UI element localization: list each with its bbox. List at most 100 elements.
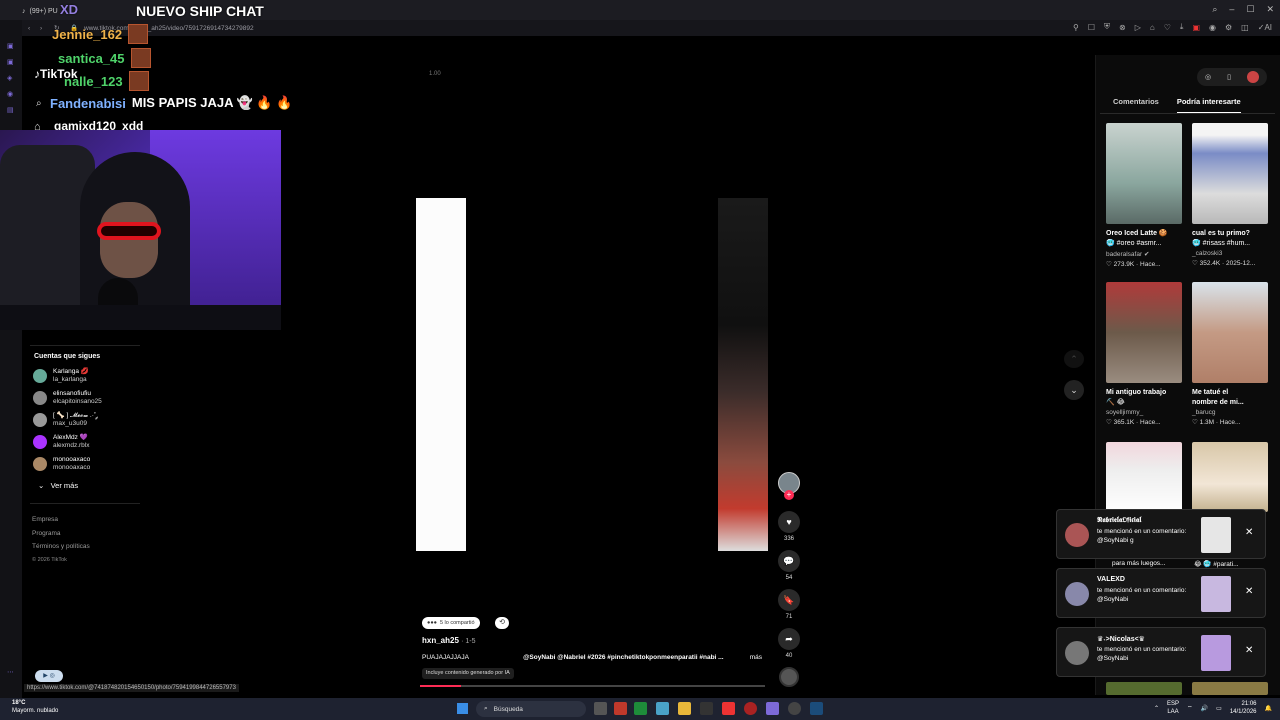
copyright: © 2026 TikTok bbox=[32, 556, 67, 563]
taskbar-search[interactable]: ⌕ Búsqueda bbox=[476, 701, 586, 717]
camera-icon[interactable]: ⌂ bbox=[1150, 23, 1155, 32]
search-icon[interactable]: ⌕ bbox=[36, 98, 42, 109]
video-card[interactable]: Oreo Iced Latte 🍪 🥶 #oreo #asmr... bader… bbox=[1106, 123, 1182, 268]
video-thumbnail bbox=[1106, 442, 1182, 512]
following-account[interactable]: monooaxaco monooaxaco bbox=[33, 456, 90, 472]
capcut-icon[interactable] bbox=[700, 702, 713, 715]
repost-icon[interactable]: ⟲ bbox=[495, 617, 509, 629]
sidebar-app-icon[interactable]: ▣ bbox=[7, 42, 14, 50]
ai-icon[interactable]: ✓AI bbox=[1258, 23, 1272, 32]
card-subtitle: 🥶 #risass #hum... bbox=[1192, 240, 1251, 247]
see-more-button[interactable]: ⌄ Ver más bbox=[38, 481, 78, 490]
play-icon[interactable]: ▷ bbox=[1135, 23, 1141, 32]
save-button[interactable]: 🔖 71 bbox=[777, 589, 801, 620]
tab-recommended[interactable]: Podría interesarte bbox=[1176, 97, 1241, 114]
sidebar-app-icon[interactable]: ◈ bbox=[7, 74, 12, 82]
tab-comments[interactable]: Comentarios bbox=[1113, 97, 1159, 114]
wallet-icon[interactable]: ◫ bbox=[1241, 23, 1249, 32]
bookmark-icon[interactable]: ☐ bbox=[1088, 23, 1095, 32]
sidebar-app-icon[interactable]: ▣ bbox=[7, 58, 14, 66]
steam-icon[interactable] bbox=[810, 702, 823, 715]
app-icon[interactable] bbox=[614, 702, 627, 715]
folder-icon[interactable] bbox=[678, 702, 691, 715]
footer-link-program[interactable]: Programa bbox=[32, 527, 90, 541]
video-thumbnail bbox=[1192, 442, 1268, 512]
notification-toast[interactable]: 𝕹𝖆𝖇𝖗𝖎𝖊𝖑𝖆𝕺𝖋𝖎𝖈𝖎𝖆𝖑 te mencionó en un coment… bbox=[1056, 509, 1266, 559]
next-video-button[interactable]: ⌄ bbox=[1064, 380, 1084, 400]
shield-icon[interactable]: ⛨ bbox=[1104, 22, 1110, 32]
live-toggle-icon[interactable]: ▶ ◎ bbox=[35, 670, 63, 682]
app-icon[interactable] bbox=[766, 702, 779, 715]
task-view-icon[interactable] bbox=[594, 702, 607, 715]
video-card[interactable] bbox=[1192, 442, 1268, 512]
close-icon[interactable]: ✕ bbox=[1245, 586, 1253, 597]
caption-hashtags[interactable]: @SoyNabi @Nabriel #2026 #pinchetiktokpon… bbox=[523, 654, 724, 661]
notification-toast[interactable]: VALEXD te mencionó en un comentario: @So… bbox=[1056, 568, 1266, 618]
clock[interactable]: 21:06 14/1/2026 bbox=[1230, 700, 1257, 716]
sidebar-more-icon[interactable]: ⋯ bbox=[7, 668, 14, 676]
opera-icon[interactable] bbox=[744, 702, 757, 715]
video-progress-bar[interactable] bbox=[420, 685, 765, 687]
sidebar-app-icon[interactable]: ▤ bbox=[7, 106, 14, 114]
close-icon[interactable]: ✕ bbox=[1245, 527, 1253, 538]
footer-link-company[interactable]: Empresa bbox=[32, 513, 90, 527]
messenger-icon[interactable]: ◉ bbox=[1209, 23, 1216, 32]
share-button[interactable]: ➦ 40 bbox=[777, 628, 801, 659]
heart-icon[interactable]: ♡ bbox=[1164, 23, 1171, 32]
following-account[interactable]: AlexMdz 💜 alexmdz.rblx bbox=[33, 434, 89, 450]
video-card[interactable]: cual es tu primo? 🥶 #risass #hum... _cal… bbox=[1192, 123, 1268, 267]
weather-desc: Mayorm. nublado bbox=[12, 708, 59, 714]
video-card[interactable] bbox=[1106, 442, 1182, 512]
wifi-icon[interactable]: ⌔ bbox=[1187, 704, 1193, 712]
block-icon[interactable]: ⊗ bbox=[1119, 23, 1126, 32]
close-icon[interactable]: ✕ bbox=[1245, 645, 1253, 656]
maximize-button[interactable]: ☐ bbox=[1246, 4, 1254, 15]
comment-button[interactable]: 💬 54 bbox=[777, 550, 801, 581]
like-button[interactable]: ♥ 336 bbox=[777, 511, 801, 542]
app-icon[interactable] bbox=[788, 702, 801, 715]
app-icon[interactable] bbox=[722, 702, 735, 715]
excel-icon[interactable] bbox=[634, 702, 647, 715]
video-card[interactable]: Mi antiguo trabajo ⛏️ 😂 soyelljimmy_ ♡ 3… bbox=[1106, 282, 1182, 426]
battery-icon[interactable]: ▭ bbox=[1216, 705, 1222, 712]
following-account[interactable]: elinsanofiufiu elcapitoinsano25 bbox=[33, 390, 102, 406]
browser-tab[interactable]: ♪ (99+) PU bbox=[22, 4, 58, 18]
footer-link-terms[interactable]: Términos y políticas bbox=[32, 540, 90, 554]
app-icon[interactable] bbox=[656, 702, 669, 715]
sidebar-app-icon[interactable]: ◉ bbox=[7, 90, 13, 98]
status-url: https://www.tiktok.com/@7418748201546501… bbox=[24, 684, 239, 692]
video-author[interactable]: hxn_ah25 · 1-5 bbox=[422, 636, 476, 645]
avatar bbox=[33, 435, 47, 449]
more-button[interactable]: más bbox=[750, 654, 762, 661]
forward-icon[interactable]: › bbox=[40, 25, 42, 32]
pin-icon[interactable]: ⚲ bbox=[1073, 23, 1079, 32]
chevron-up-icon[interactable]: ⌃ bbox=[1154, 705, 1159, 712]
webcam-desk bbox=[0, 305, 281, 330]
close-button[interactable]: ✕ bbox=[1266, 4, 1274, 15]
settings-icon[interactable]: ⚙ bbox=[1225, 23, 1232, 32]
search-icon[interactable]: ⌕ bbox=[1212, 4, 1217, 15]
share-count: 40 bbox=[785, 653, 793, 659]
settings-icon[interactable]: ◎ bbox=[1205, 73, 1211, 81]
following-account[interactable]: Karlanga 💋 la_karlanga bbox=[33, 368, 89, 384]
notification-toast[interactable]: ♛˖>Nicolas<♛ te mencionó en un comentari… bbox=[1056, 627, 1266, 677]
download-icon[interactable]: ⤓ bbox=[1180, 22, 1184, 32]
following-account[interactable]: [ 🦴 ] 𝓜𝓮𝓸𝔀 .·˚ ༘ max_u3u09 bbox=[33, 412, 98, 428]
profile-avatar[interactable] bbox=[1246, 71, 1259, 83]
video-card[interactable]: Me tatué el nombre de mi... _barucg ♡ 1.… bbox=[1192, 282, 1268, 426]
language-indicator[interactable]: ESP LAA bbox=[1167, 700, 1179, 716]
shared-pill[interactable]: ●●● 5 lo compartió bbox=[422, 617, 480, 629]
minimize-button[interactable]: – bbox=[1229, 4, 1234, 15]
back-icon[interactable]: ‹ bbox=[28, 25, 30, 32]
notification-bell-icon[interactable]: 🔔 bbox=[1265, 705, 1272, 712]
previous-video-button[interactable]: ⌃ bbox=[1064, 350, 1084, 368]
follow-plus-icon[interactable]: + bbox=[784, 490, 794, 500]
video-thumbnail[interactable] bbox=[1192, 682, 1268, 695]
music-disc-icon[interactable] bbox=[779, 667, 799, 687]
weather-widget[interactable]: 18°C Mayorm. nublado bbox=[12, 699, 58, 715]
video-thumbnail[interactable] bbox=[1106, 682, 1182, 695]
windows-start-icon[interactable] bbox=[457, 703, 468, 714]
record-icon[interactable]: ▣ bbox=[1192, 23, 1200, 32]
volume-icon[interactable]: 🔊 bbox=[1201, 705, 1208, 712]
phone-icon[interactable]: ▯ bbox=[1227, 73, 1231, 81]
